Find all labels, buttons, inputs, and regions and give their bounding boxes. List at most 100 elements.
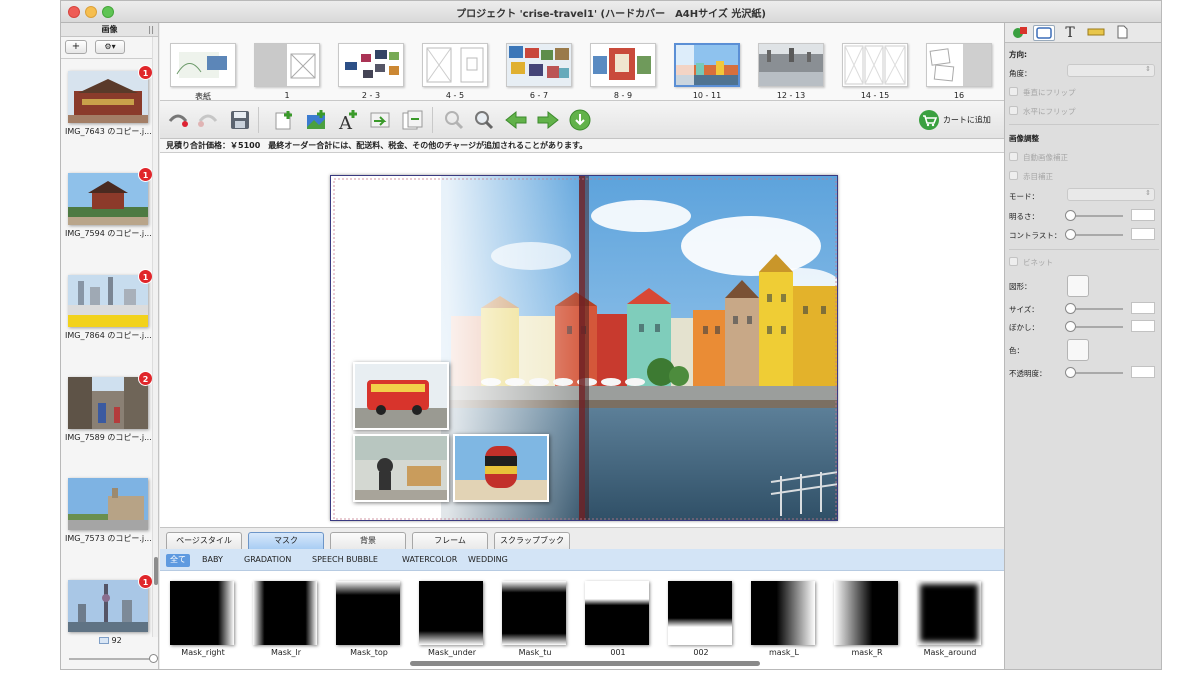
import-icon[interactable] [368, 109, 392, 131]
contrast-slider[interactable] [1065, 229, 1123, 240]
arrow-down-icon[interactable] [568, 109, 592, 131]
filter-gradation[interactable]: GRADATION [244, 554, 291, 567]
filter-all[interactable]: 全て [166, 554, 190, 567]
page-thumb-8-9[interactable]: 8 - 9 [590, 43, 656, 100]
save-icon[interactable] [228, 109, 252, 131]
color-swatch[interactable] [1067, 339, 1089, 361]
add-page-icon[interactable] [272, 109, 296, 131]
brightness-slider[interactable] [1065, 210, 1123, 221]
filter-watercolor[interactable]: WATERCOLOR [402, 554, 457, 567]
tab-page-style[interactable]: ページスタイル [166, 532, 242, 549]
photo-count: 92 [111, 636, 122, 645]
page-thumb-2-3[interactable]: 2 - 3 [338, 43, 404, 100]
slider-knob[interactable] [1065, 321, 1076, 332]
add-to-cart-button[interactable]: カートに追加 [918, 109, 991, 131]
angle-select[interactable]: ⇕ [1067, 64, 1155, 77]
scrollbar-thumb[interactable] [154, 557, 158, 585]
mode-select[interactable]: ⇕ [1067, 188, 1155, 201]
contrast-label: コントラスト： [1009, 231, 1062, 240]
thumbnail-size-slider[interactable] [69, 654, 158, 663]
slider-knob[interactable] [1065, 367, 1076, 378]
arrow-right-icon[interactable] [536, 109, 560, 131]
mask-preview [585, 581, 649, 645]
blur-label: ぼかし： [1009, 323, 1039, 332]
add-text-icon[interactable]: A [336, 109, 360, 134]
filter-speech-bubble[interactable]: SPEECH BUBBLE [312, 554, 378, 567]
ruler-icon[interactable] [1085, 25, 1107, 41]
vignette-checkbox[interactable] [1009, 257, 1018, 266]
auto-correct-checkbox[interactable] [1009, 152, 1018, 161]
arrow-left-icon[interactable] [504, 109, 528, 131]
mask-item[interactable]: Mask_lr [253, 581, 319, 659]
mask-gallery-scrollbar[interactable] [410, 661, 760, 666]
add-photo-icon[interactable] [304, 109, 328, 131]
app-window: プロジェクト 'crise-travel1' (ハードカバー A4Hサイズ 光沢… [60, 0, 1162, 670]
size-value-field[interactable] [1131, 302, 1155, 314]
tab-mask[interactable]: マスク [248, 532, 324, 549]
resize-handle-icon[interactable]: || [148, 23, 154, 36]
zoom-out-icon[interactable] [442, 109, 466, 131]
red-eye-checkbox[interactable] [1009, 171, 1018, 180]
tab-arrange-icon[interactable] [1009, 25, 1031, 41]
page-icon[interactable] [1111, 25, 1133, 41]
blur-slider[interactable] [1065, 321, 1123, 332]
slider-knob[interactable] [149, 654, 158, 663]
undo-icon[interactable] [166, 109, 190, 131]
zoom-in-icon[interactable] [472, 109, 496, 131]
page-thumb-6-7[interactable]: 6 - 7 [506, 43, 572, 100]
photo-gear-button[interactable]: ⚙▾ [95, 40, 125, 54]
mask-item[interactable]: Mask_tu [502, 581, 568, 659]
page-thumb-14-15[interactable]: 14 - 15 [842, 43, 908, 100]
size-slider[interactable] [1065, 303, 1123, 314]
photo-frame-statue[interactable] [353, 434, 449, 502]
page-label: 8 - 9 [613, 91, 633, 100]
page-label: 1 [284, 91, 290, 100]
slider-knob[interactable] [1065, 303, 1076, 314]
filter-baby[interactable]: BABY [202, 554, 223, 567]
text-icon[interactable]: T [1059, 25, 1081, 41]
slider-knob[interactable] [1065, 229, 1076, 240]
photo-caption: IMG_7864 のコピー.j... [65, 331, 152, 340]
editing-canvas[interactable] [160, 153, 1004, 527]
photo-thumbnail [68, 71, 148, 123]
flip-vertical-checkbox[interactable] [1009, 87, 1018, 96]
page-preview [590, 43, 656, 87]
mask-item[interactable]: 001 [585, 581, 651, 659]
mask-item[interactable]: 002 [668, 581, 734, 659]
tab-background[interactable]: 背景 [330, 532, 406, 549]
photo-frame-buoy[interactable] [453, 434, 549, 502]
redo-icon[interactable] [196, 109, 220, 131]
page-thumb-1[interactable]: 1 [254, 43, 320, 100]
mask-item[interactable]: Mask_under [419, 581, 485, 659]
add-photo-button[interactable]: + [65, 40, 87, 54]
filter-wedding[interactable]: WEDDING [468, 554, 508, 567]
mask-item[interactable]: Mask_top [336, 581, 402, 659]
toolbar: A カートに追加 [160, 101, 1004, 139]
mask-preview [917, 581, 981, 645]
opacity-value-field[interactable] [1131, 366, 1155, 378]
shape-swatch[interactable] [1067, 275, 1089, 297]
page-thumb-10-11[interactable]: 10 - 11 [674, 43, 740, 100]
export-icon[interactable] [400, 109, 424, 131]
page-thumb-12-13[interactable]: 12 - 13 [758, 43, 824, 100]
photo-panel-scrollbar[interactable] [152, 37, 158, 637]
price-notice: 見積り合計価格：￥5100 最終オーダー合計には、配送料、税金、その他のチャージ… [160, 139, 1004, 153]
slider-knob[interactable] [1065, 210, 1076, 221]
page-thumb-4-5[interactable]: 4 - 5 [422, 43, 488, 100]
mask-item[interactable]: mask_L [751, 581, 817, 659]
mask-item[interactable]: Mask_around [917, 581, 983, 659]
contrast-value-field[interactable] [1131, 228, 1155, 240]
tab-frame[interactable]: フレーム [412, 532, 488, 549]
photo-frame-bus[interactable] [353, 362, 449, 430]
tab-scrapbook[interactable]: スクラップブック [494, 532, 570, 549]
page-thumb-cover[interactable]: 表紙 [170, 43, 236, 101]
flip-horizontal-checkbox[interactable] [1009, 106, 1018, 115]
tab-photo-icon[interactable] [1033, 25, 1055, 41]
blur-value-field[interactable] [1131, 320, 1155, 332]
opacity-slider[interactable] [1065, 367, 1123, 378]
mask-item[interactable]: mask_R [834, 581, 900, 659]
page-thumb-16[interactable]: 16 [926, 43, 992, 100]
mask-item[interactable]: Mask_right [170, 581, 236, 659]
page-spread[interactable] [330, 175, 838, 521]
brightness-value-field[interactable] [1131, 209, 1155, 221]
